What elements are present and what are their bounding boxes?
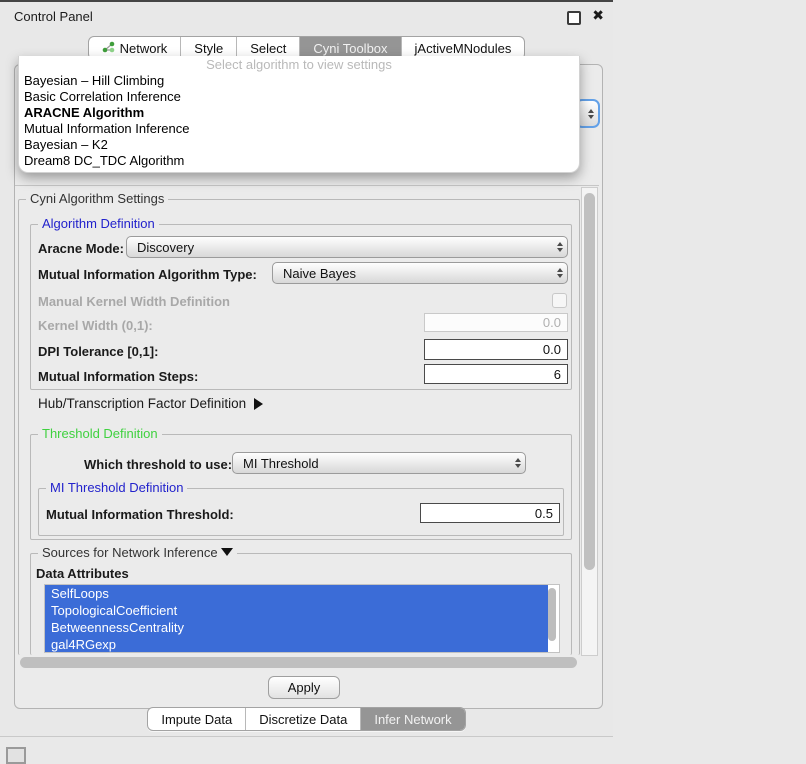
combo-spinner-icon: [557, 242, 563, 252]
mi-steps-value: 6: [554, 367, 561, 382]
algorithm-option-list: Bayesian – Hill ClimbingBasic Correlatio…: [19, 73, 579, 169]
mi-steps-label: Mutual Information Steps:: [38, 369, 198, 384]
manual-kernel-width-label: Manual Kernel Width Definition: [38, 294, 230, 309]
tab-label: Cyni Toolbox: [313, 41, 387, 56]
attributes-scrollbar[interactable]: [548, 588, 556, 641]
algorithm-option[interactable]: Mutual Information Inference: [19, 121, 579, 137]
docked-panel-icon[interactable]: [6, 747, 26, 764]
threshold-definition-title: Threshold Definition: [38, 427, 162, 441]
algorithm-option[interactable]: ARACNE Algorithm: [19, 105, 579, 121]
hub-definition-label: Hub/Transcription Factor Definition: [38, 396, 246, 411]
mi-threshold-definition-title: MI Threshold Definition: [46, 481, 187, 495]
cyni-mode-tabs: Impute Data Discretize Data Infer Network: [147, 707, 465, 731]
mi-threshold-label: Mutual Information Threshold:: [46, 507, 234, 522]
attribute-list-item[interactable]: TopologicalCoefficient: [45, 602, 548, 619]
network-icon: [102, 41, 115, 56]
kernel-width-label: Kernel Width (0,1):: [38, 318, 153, 333]
mi-algorithm-type-select[interactable]: Naive Bayes: [272, 262, 568, 284]
apply-button[interactable]: Apply: [268, 676, 340, 699]
attribute-list-item[interactable]: SelfLoops: [45, 585, 548, 602]
mi-algorithm-type-label: Mutual Information Algorithm Type:: [38, 267, 257, 282]
mi-steps-field[interactable]: 6: [424, 364, 568, 384]
dpi-tolerance-label: DPI Tolerance [0,1]:: [38, 344, 158, 359]
combo-spinner-icon: [588, 109, 594, 119]
which-threshold-value: MI Threshold: [243, 456, 319, 471]
float-window-icon[interactable]: [567, 11, 581, 25]
dpi-tolerance-value: 0.0: [543, 342, 561, 357]
tab-label: Infer Network: [374, 712, 451, 727]
tab-label: Select: [250, 41, 286, 56]
combo-spinner-icon: [515, 458, 521, 468]
which-threshold-label: Which threshold to use:: [84, 457, 232, 472]
algorithm-definition-title: Algorithm Definition: [38, 217, 159, 231]
tab-label: Network: [120, 41, 168, 56]
mi-threshold-value: 0.5: [535, 506, 553, 521]
algorithm-option[interactable]: Dream8 DC_TDC Algorithm: [19, 153, 579, 169]
attribute-list-item[interactable]: BetweennessCentrality: [45, 619, 548, 636]
attribute-list-item[interactable]: gal4RGexp: [45, 636, 548, 653]
algorithm-option[interactable]: Basic Correlation Inference: [19, 89, 579, 105]
tab-label: Impute Data: [161, 712, 232, 727]
tab-label: jActiveMNodules: [415, 41, 512, 56]
application-root: Control Panel ✖ Network Style Select Cyni T…: [0, 0, 806, 762]
kernel-width-value: 0.0: [543, 315, 561, 330]
settings-horizontal-scrollbar-thumb[interactable]: [20, 657, 577, 668]
mi-algorithm-type-value: Naive Bayes: [283, 266, 356, 281]
collapse-arrow-icon[interactable]: [221, 548, 233, 556]
data-attributes-list[interactable]: SelfLoopsTopologicalCoefficientBetweenne…: [44, 584, 560, 653]
algorithm-option[interactable]: Bayesian – K2: [19, 137, 579, 153]
right-column: GALGAL80GAL10GAL1SWI4GAL11GAL4GCY1HAP4YH…: [613, 0, 806, 762]
sources-title[interactable]: Sources for Network Inference: [38, 546, 237, 560]
close-icon[interactable]: ✖: [592, 7, 604, 24]
cyni-settings-title: Cyni Algorithm Settings: [26, 192, 168, 206]
which-threshold-select[interactable]: MI Threshold: [232, 452, 526, 474]
algorithm-option[interactable]: Bayesian – Hill Climbing: [19, 73, 579, 89]
tab-discretize-data[interactable]: Discretize Data: [246, 708, 361, 730]
kernel-width-field[interactable]: 0.0: [424, 313, 568, 332]
tab-label: Style: [194, 41, 223, 56]
algorithm-placeholder: Select algorithm to view settings: [19, 56, 579, 73]
control-panel: Control Panel ✖ Network Style Select Cyni T…: [0, 0, 613, 737]
data-attributes-label: Data Attributes: [36, 566, 129, 581]
control-panel-titlebar: Control Panel ✖: [0, 2, 613, 32]
algorithm-dropdown-popup: Select algorithm to view settings Bayesi…: [18, 56, 580, 173]
dpi-tolerance-field[interactable]: 0.0: [424, 339, 568, 360]
tab-infer-network[interactable]: Infer Network: [361, 708, 464, 730]
settings-vertical-scrollbar-thumb[interactable]: [584, 193, 595, 570]
mi-threshold-field[interactable]: 0.5: [420, 503, 560, 523]
hub-definition-toggle[interactable]: Hub/Transcription Factor Definition: [38, 396, 263, 411]
manual-kernel-width-checkbox[interactable]: [552, 293, 567, 308]
aracne-mode-value: Discovery: [137, 240, 194, 255]
viewport-top-border: [15, 185, 599, 186]
tab-impute-data[interactable]: Impute Data: [148, 708, 246, 730]
panel-title: Control Panel: [14, 9, 93, 24]
aracne-mode-label: Aracne Mode:: [38, 241, 124, 256]
expand-arrow-icon[interactable]: [254, 398, 263, 410]
sources-title-label: Sources for Network Inference: [42, 545, 218, 560]
combo-spinner-icon: [557, 268, 563, 278]
aracne-mode-select[interactable]: Discovery: [126, 236, 568, 258]
tab-label: Discretize Data: [259, 712, 347, 727]
